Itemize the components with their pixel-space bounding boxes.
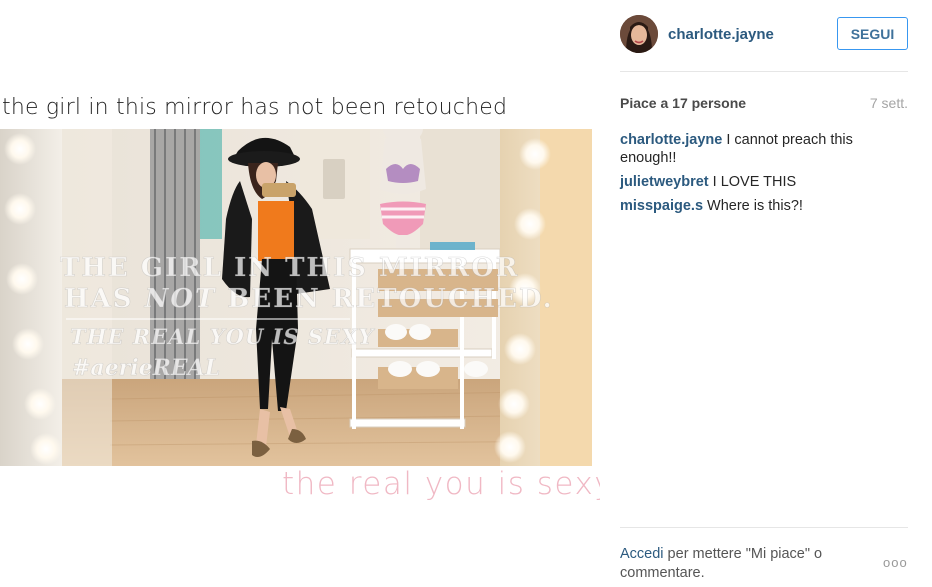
more-options-icon[interactable]: ooo xyxy=(883,555,908,570)
comment-text: I LOVE THIS xyxy=(712,174,797,190)
avatar[interactable] xyxy=(620,15,658,53)
caption-bottom: the real you is sexy xyxy=(282,466,600,502)
comment-user[interactable]: julietweybret xyxy=(620,174,709,190)
overlay-line-2: HAS NOT BEEN RETOUCHED. xyxy=(64,284,554,314)
login-prompt: Accedi per mettere "Mi piace" o commenta… xyxy=(620,545,860,582)
post-photo[interactable]: THE GIRL IN THIS MIRROR HAS NOT BEEN RET… xyxy=(0,129,592,466)
likes-count[interactable]: Piace a 17 persone xyxy=(620,95,746,111)
comment-item: misspaige.s Where is this?! xyxy=(620,197,908,215)
comment-user[interactable]: charlotte.jayne xyxy=(620,132,722,148)
overlay-line-4: #aerieREAL xyxy=(72,355,220,381)
caption-top: the girl in this mirror has not been ret… xyxy=(2,95,508,120)
overlay-line-1: THE GIRL IN THIS MIRROR xyxy=(60,253,519,283)
follow-button[interactable]: SEGUI xyxy=(837,17,908,50)
comment-text: Where is this?! xyxy=(707,198,803,214)
divider xyxy=(620,71,908,72)
comment-item: julietweybret I LOVE THIS xyxy=(620,173,908,191)
comment-list: charlotte.jayne I cannot preach this enou… xyxy=(620,131,908,221)
comment-item: charlotte.jayne I cannot preach this enou… xyxy=(620,131,908,167)
comment-user[interactable]: misspaige.s xyxy=(620,198,703,214)
login-link[interactable]: Accedi xyxy=(620,546,664,562)
post-time[interactable]: 7 sett. xyxy=(870,95,908,111)
post-sidebar: charlotte.jayne SEGUI Piace a 17 persone… xyxy=(620,0,910,587)
post-media: the girl in this mirror has not been ret… xyxy=(0,0,600,587)
divider xyxy=(620,527,908,528)
username-link[interactable]: charlotte.jayne xyxy=(668,26,774,43)
overlay-line-3: THE REAL YOU IS SEXY xyxy=(70,324,375,349)
